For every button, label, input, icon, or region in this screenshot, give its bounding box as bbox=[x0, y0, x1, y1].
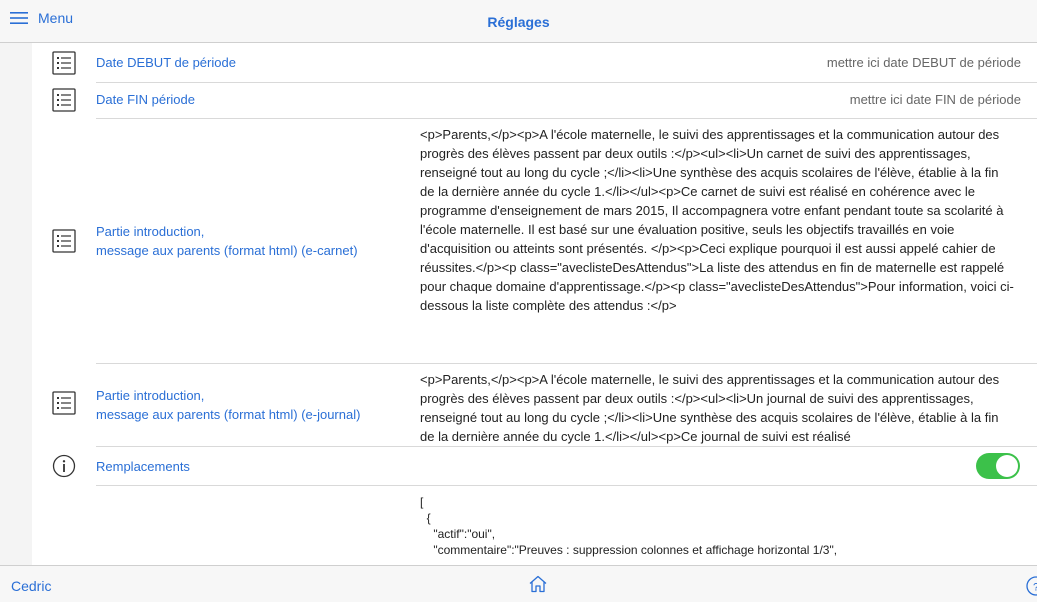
home-icon[interactable] bbox=[528, 575, 548, 593]
setting-row-intro-ejournal[interactable]: Partie introduction, message aux parents… bbox=[32, 364, 1037, 446]
top-bar: Menu Réglages bbox=[0, 0, 1037, 43]
setting-row-date-fin[interactable]: Date FIN période mettre ici date FIN de … bbox=[32, 83, 1037, 118]
setting-row-remplacements-json[interactable]: [ { "actif":"oui", "commentaire":"Preuve… bbox=[32, 486, 1037, 565]
left-gutter bbox=[0, 43, 32, 565]
svg-text:?: ? bbox=[1033, 582, 1037, 594]
date-debut-value[interactable]: mettre ici date DEBUT de période bbox=[827, 55, 1021, 70]
page-title: Réglages bbox=[487, 14, 550, 30]
info-icon bbox=[52, 454, 76, 478]
intro-ejournal-label-line2: message aux parents (format html) (e-jou… bbox=[96, 407, 361, 422]
intro-ecarnet-value[interactable]: <p>Parents,</p><p>A l'école maternelle, … bbox=[420, 125, 1016, 334]
list-icon bbox=[52, 229, 76, 253]
toggle-knob bbox=[996, 455, 1018, 477]
intro-ecarnet-label-line2: message aux parents (format html) (e-car… bbox=[96, 243, 358, 258]
help-icon[interactable]: ? bbox=[1026, 576, 1037, 596]
list-icon bbox=[52, 391, 76, 415]
bottom-bar: Cedric ? bbox=[0, 565, 1037, 602]
list-icon bbox=[52, 51, 76, 75]
date-debut-label: Date DEBUT de période bbox=[96, 55, 236, 70]
intro-ejournal-label-line1: Partie introduction, bbox=[96, 388, 205, 403]
setting-row-date-debut[interactable]: Date DEBUT de période mettre ici date DE… bbox=[32, 43, 1037, 83]
date-fin-label: Date FIN période bbox=[96, 92, 195, 107]
intro-ejournal-value[interactable]: <p>Parents,</p><p>A l'école maternelle, … bbox=[420, 370, 1016, 446]
remplacements-json-value[interactable]: [ { "actif":"oui", "commentaire":"Preuve… bbox=[420, 494, 1016, 565]
intro-ecarnet-label-line1: Partie introduction, bbox=[96, 224, 205, 239]
list-icon bbox=[52, 88, 76, 112]
setting-row-remplacements[interactable]: Remplacements bbox=[32, 447, 1037, 485]
remplacements-label: Remplacements bbox=[96, 459, 190, 474]
user-name[interactable]: Cedric bbox=[11, 578, 51, 594]
setting-row-intro-ecarnet[interactable]: Partie introduction, message aux parents… bbox=[32, 119, 1037, 363]
remplacements-toggle[interactable] bbox=[976, 453, 1020, 479]
settings-list[interactable]: Date DEBUT de période mettre ici date DE… bbox=[32, 43, 1037, 565]
date-fin-value[interactable]: mettre ici date FIN de période bbox=[850, 92, 1021, 107]
